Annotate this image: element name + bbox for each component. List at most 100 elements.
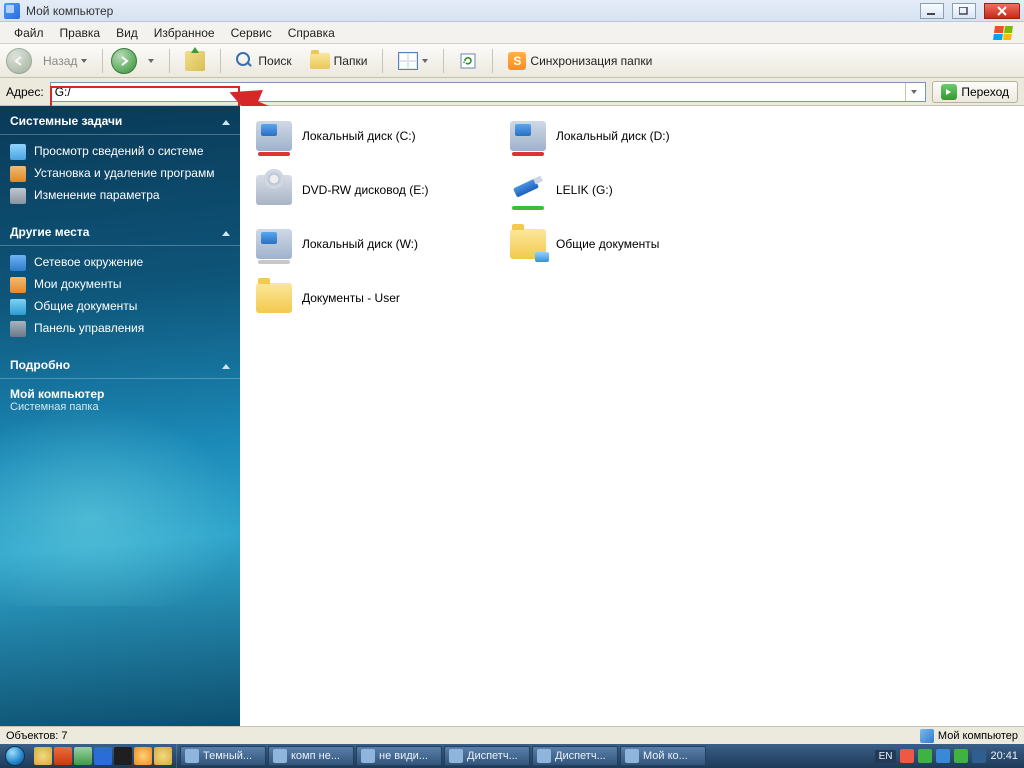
tray-icon[interactable] [936, 749, 950, 763]
views-icon [398, 52, 418, 70]
menu-favorites[interactable]: Избранное [146, 24, 223, 42]
sidebar-link-label: Панель управления [34, 321, 144, 337]
sync-button[interactable]: SСинхронизация папки [501, 48, 659, 74]
back-button[interactable] [6, 48, 32, 74]
drive-item[interactable]: DVD-RW дисковод (E:) [254, 170, 504, 210]
app-icon [4, 3, 20, 19]
search-button[interactable]: Поиск [229, 48, 298, 74]
search-icon [236, 52, 254, 70]
start-button[interactable] [0, 744, 30, 768]
system-tray: EN 20:41 [869, 749, 1024, 763]
drive-item[interactable]: LELIK (G:) [508, 170, 758, 210]
sidebar-link-label: Просмотр сведений о системе [34, 144, 204, 160]
sidebar-link[interactable]: Общие документы [8, 296, 232, 318]
sidebar-link[interactable]: Просмотр сведений о системе [8, 141, 232, 163]
drive-item[interactable]: Локальный диск (C:) [254, 116, 504, 156]
ql-app-icon[interactable] [154, 747, 172, 765]
quick-launch [30, 744, 177, 768]
maximize-button[interactable] [952, 3, 976, 19]
sidebar-link-icon [10, 144, 26, 160]
ql-firefox-icon[interactable] [54, 747, 72, 765]
status-object-count: Объектов: 7 [6, 730, 68, 742]
views-button[interactable] [391, 48, 435, 74]
address-field-wrap[interactable] [50, 82, 927, 102]
minimize-button[interactable] [920, 3, 944, 19]
task-label: комп не... [291, 750, 340, 762]
ql-chrome-icon[interactable] [34, 747, 52, 765]
separator [382, 49, 383, 73]
refresh-button[interactable] [452, 48, 484, 74]
drive-item[interactable]: Документы - User [254, 278, 504, 318]
drive-item[interactable]: Локальный диск (D:) [508, 116, 758, 156]
dropdown-icon [422, 59, 428, 63]
panel-title: Другие места [10, 225, 89, 239]
tray-icon[interactable] [954, 749, 968, 763]
drive-item[interactable]: Общие документы [508, 224, 758, 264]
ql-app-icon[interactable] [74, 747, 92, 765]
clock[interactable]: 20:41 [990, 750, 1018, 762]
drive-icon [256, 175, 292, 205]
tray-icon[interactable] [972, 749, 986, 763]
close-button[interactable] [984, 3, 1020, 19]
menu-help[interactable]: Справка [280, 24, 343, 42]
drive-icon [510, 175, 546, 205]
sidebar-link-icon [10, 166, 26, 182]
sidebar-link[interactable]: Панель управления [8, 318, 232, 340]
content-area[interactable]: Локальный диск (C:)Локальный диск (D:)DV… [240, 106, 1024, 726]
forward-button[interactable] [111, 48, 137, 74]
go-arrow-icon [941, 84, 957, 100]
address-input[interactable] [55, 83, 906, 101]
go-button[interactable]: Переход [932, 81, 1018, 103]
taskbar-task[interactable]: Диспетч... [444, 746, 530, 766]
sidebar-link-label: Мои документы [34, 277, 121, 293]
status-bar: Объектов: 7 Мой компьютер [0, 726, 1024, 744]
collapse-icon[interactable] [222, 225, 230, 239]
language-indicator[interactable]: EN [875, 750, 897, 763]
main-area: Системные задачи Просмотр сведений о сис… [0, 106, 1024, 726]
sidebar-link-icon [10, 188, 26, 204]
taskbar-task[interactable]: комп не... [268, 746, 354, 766]
collapse-icon[interactable] [222, 114, 230, 128]
start-orb-icon [5, 746, 25, 766]
sidebar-link-label: Установка и удаление программ [34, 166, 214, 182]
sync-icon: S [508, 52, 526, 70]
menu-edit[interactable]: Правка [52, 24, 109, 42]
refresh-icon [459, 52, 477, 70]
back-label[interactable]: Назад [36, 48, 94, 74]
drive-icon [256, 283, 292, 313]
ql-app-icon[interactable] [114, 747, 132, 765]
details-type: Системная папка [10, 401, 230, 413]
drive-item[interactable]: Локальный диск (W:) [254, 224, 504, 264]
sidebar-link[interactable]: Мои документы [8, 274, 232, 296]
drive-icon [256, 121, 292, 151]
forward-dropdown[interactable] [141, 48, 161, 74]
sidebar-link-icon [10, 321, 26, 337]
taskbar-task[interactable]: Диспетч... [532, 746, 618, 766]
menu-tools[interactable]: Сервис [223, 24, 280, 42]
sidebar-link[interactable]: Изменение параметра [8, 185, 232, 207]
menu-view[interactable]: Вид [108, 24, 146, 42]
task-icon [625, 749, 639, 763]
sidebar-link-icon [10, 255, 26, 271]
sidebar-link[interactable]: Сетевое окружение [8, 252, 232, 274]
address-label: Адрес: [6, 85, 44, 99]
tray-icon[interactable] [900, 749, 914, 763]
ql-app-icon[interactable] [134, 747, 152, 765]
ql-app-icon[interactable] [94, 747, 112, 765]
menu-file[interactable]: Файл [6, 24, 52, 42]
taskbar-task[interactable]: Мой ко... [620, 746, 706, 766]
separator [220, 49, 221, 73]
sidebar: Системные задачи Просмотр сведений о сис… [0, 106, 240, 726]
details-name: Мой компьютер [10, 387, 230, 401]
panel-title: Системные задачи [10, 114, 122, 128]
sidebar-link[interactable]: Установка и удаление программ [8, 163, 232, 185]
collapse-icon[interactable] [222, 358, 230, 372]
panel-system-tasks: Системные задачи Просмотр сведений о сис… [0, 106, 240, 217]
taskbar-task[interactable]: не види... [356, 746, 442, 766]
task-label: Мой ко... [643, 750, 688, 762]
up-button[interactable] [178, 48, 212, 74]
address-dropdown[interactable] [905, 83, 921, 101]
tray-icon[interactable] [918, 749, 932, 763]
taskbar-task[interactable]: Темный... [180, 746, 266, 766]
folders-button[interactable]: Папки [303, 48, 375, 74]
